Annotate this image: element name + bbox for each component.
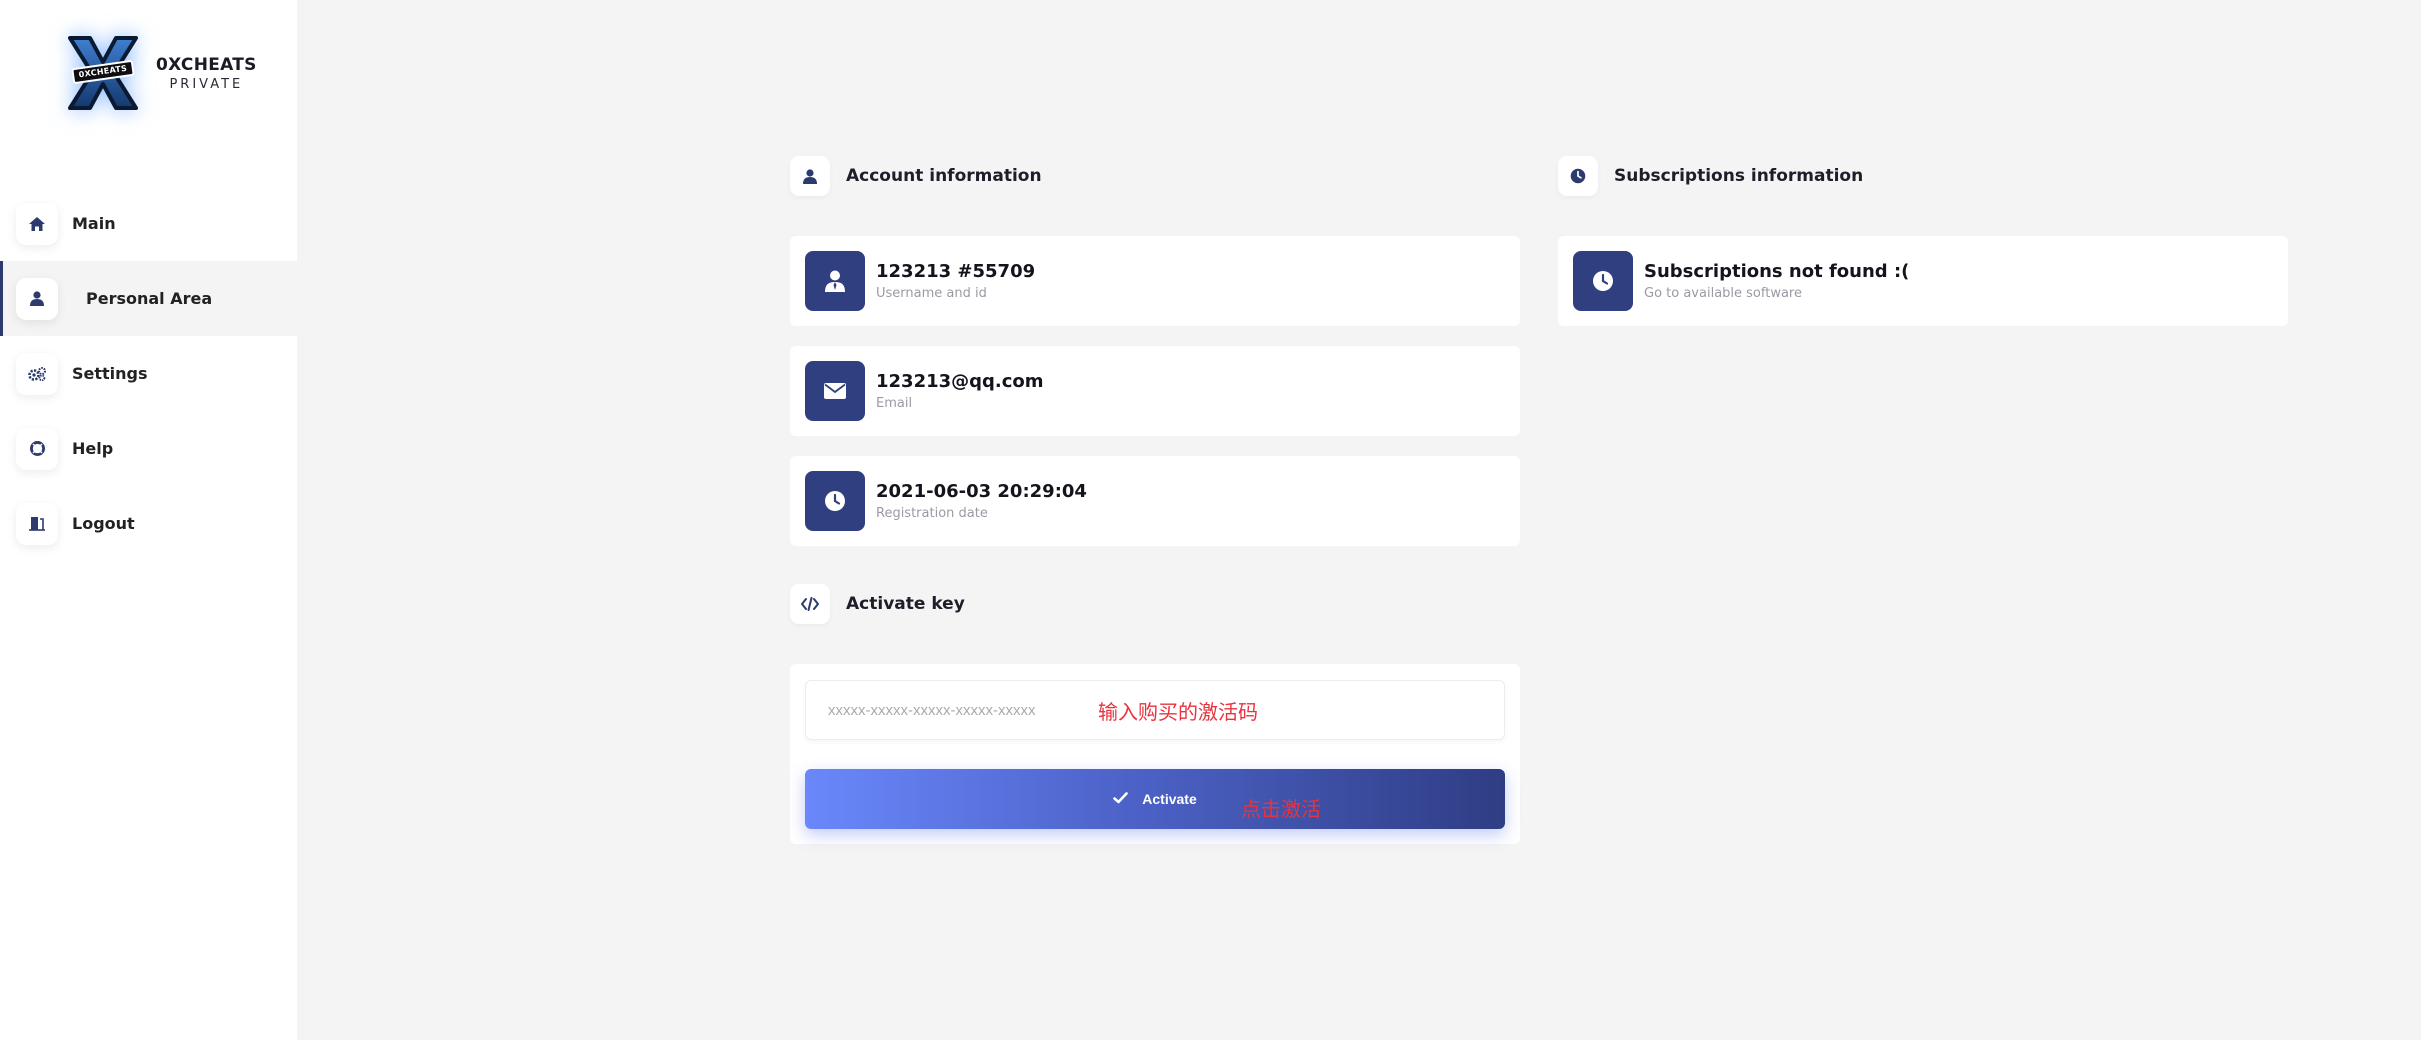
username-value: 123213 #55709 [876,261,1036,282]
username-card: 123213 #55709 Username and id [790,236,1520,326]
email-value: 123213@qq.com [876,371,1044,392]
sidebar: 0XCHEATS 0XCHEATS PRIVATE Main Personal … [0,0,297,1040]
sidebar-item-label: Personal Area [86,289,213,308]
email-card: 123213@qq.com Email [790,346,1520,436]
clock-icon [1558,156,1598,196]
activate-section-header: Activate key [790,584,965,624]
logo: 0XCHEATS [66,34,140,112]
email-label: Email [876,396,913,411]
registration-card: 2021-06-03 20:29:04 Registration date [790,456,1520,546]
subscriptions-status: Subscriptions not found :( [1644,261,1910,282]
sidebar-item-personal-area[interactable]: Personal Area [0,261,297,336]
user-icon [790,156,830,196]
door-exit-icon [16,502,58,545]
brand-subtitle: PRIVATE [169,76,244,92]
key-input-hint: 输入购买的激活码 [1098,699,1258,724]
user-tie-icon [805,251,865,311]
sidebar-item-label: Logout [72,514,135,533]
envelope-icon [805,361,865,421]
key-input-wrapper: 输入购买的激活码 [805,680,1505,740]
clock-icon [805,471,865,531]
sidebar-nav: Main Personal Area Settings Help Logout [0,186,297,561]
activate-button-hint: 点击激活 [1241,797,1321,821]
brand-text: 0XCHEATS PRIVATE [156,55,257,92]
sidebar-item-main[interactable]: Main [0,186,297,261]
clock-icon [1573,251,1633,311]
sidebar-item-label: Help [72,439,114,458]
registration-value: 2021-06-03 20:29:04 [876,481,1087,502]
username-text: 123213 #55709 Username and id [876,261,1035,301]
account-section-title: Account information [846,166,1042,186]
registration-label: Registration date [876,506,988,521]
subscriptions-card: Subscriptions not found :( Go to availab… [1558,236,2288,326]
subscriptions-text: Subscriptions not found :( Go to availab… [1644,261,1909,301]
check-icon [1113,791,1129,807]
activation-key-input[interactable] [826,700,1086,720]
subscriptions-section-title: Subscriptions information [1614,166,1864,186]
sidebar-item-help[interactable]: Help [0,411,297,486]
activate-button-label: Activate [1142,791,1197,807]
activate-card: 输入购买的激活码 Activate 点击激活 [790,664,1520,844]
user-icon [16,277,58,320]
brand-title: 0XCHEATS [156,54,257,75]
gears-icon [16,352,58,395]
sidebar-item-label: Main [72,214,116,233]
activate-button[interactable]: Activate 点击激活 [805,769,1505,829]
sidebar-item-label: Settings [72,364,148,383]
activate-section-title: Activate key [846,594,965,614]
available-software-link[interactable]: Go to available software [1644,286,1909,301]
username-label: Username and id [876,286,987,301]
home-icon [16,202,58,245]
email-text: 123213@qq.com Email [876,371,1044,411]
brand[interactable]: 0XCHEATS 0XCHEATS PRIVATE [66,34,257,112]
registration-text: 2021-06-03 20:29:04 Registration date [876,481,1087,521]
code-icon [790,584,830,624]
account-section-header: Account information [790,156,1042,196]
subscriptions-section-header: Subscriptions information [1558,156,1863,196]
sidebar-item-logout[interactable]: Logout [0,486,297,561]
lifebuoy-icon [16,427,58,470]
sidebar-item-settings[interactable]: Settings [0,336,297,411]
